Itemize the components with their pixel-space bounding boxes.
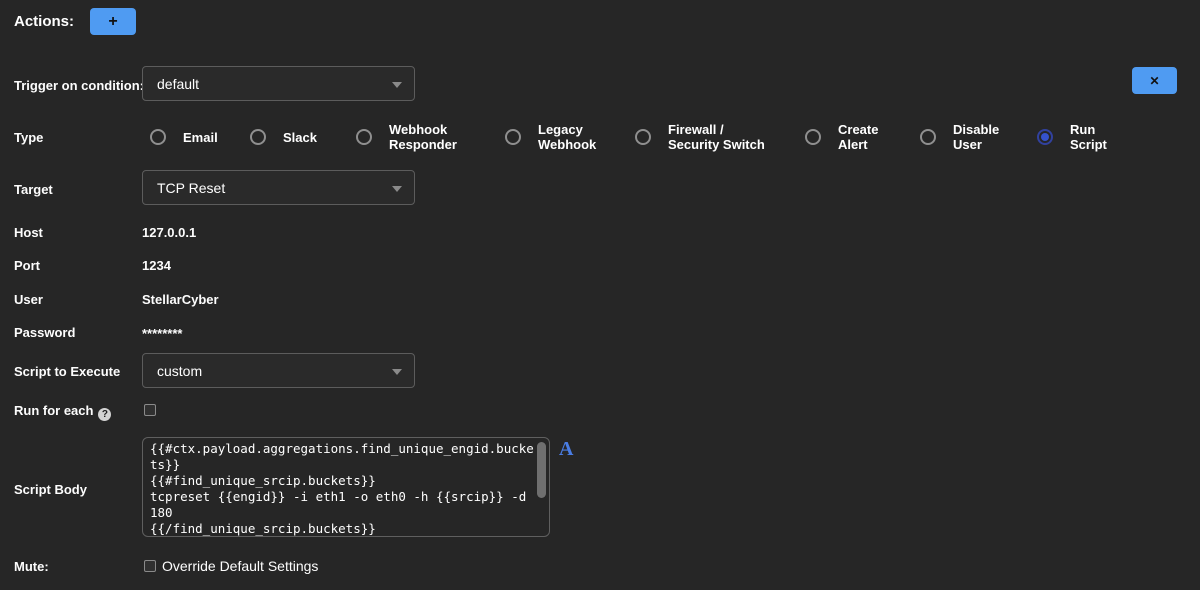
target-label: Target <box>14 182 53 197</box>
type-option-slack[interactable]: Slack <box>250 111 317 163</box>
help-icon[interactable]: ? <box>98 408 111 421</box>
type-option-label: Email <box>183 130 218 145</box>
remove-action-button[interactable]: ✕ <box>1132 67 1177 94</box>
type-option-webhook-responder[interactable]: Webhook Responder <box>356 111 463 163</box>
target-select[interactable]: TCP Reset <box>142 170 415 205</box>
chevron-down-icon <box>392 369 402 375</box>
type-option-label: Firewall / Security Switch <box>668 122 770 152</box>
actions-header: Actions: + <box>14 8 136 35</box>
mute-label: Mute: <box>14 559 49 574</box>
user-value: StellarCyber <box>142 292 219 307</box>
script-to-execute-select[interactable]: custom <box>142 353 415 388</box>
radio-icon <box>635 129 651 145</box>
trigger-condition-value: default <box>157 76 199 92</box>
type-radio-group: Email Slack Webhook Responder Legacy Web… <box>0 111 1200 163</box>
port-value: 1234 <box>142 258 171 273</box>
font-format-icon[interactable]: A <box>559 438 573 461</box>
target-value: TCP Reset <box>157 180 225 196</box>
type-option-firewall-security-switch[interactable]: Firewall / Security Switch <box>635 111 770 163</box>
type-option-run-script[interactable]: Run Script <box>1037 111 1116 163</box>
scrollbar-thumb[interactable] <box>537 442 546 498</box>
host-label: Host <box>14 225 43 240</box>
type-option-create-alert[interactable]: Create Alert <box>805 111 888 163</box>
radio-icon <box>150 129 166 145</box>
run-for-each-label: Run for each? <box>14 403 111 421</box>
type-option-disable-user[interactable]: Disable User <box>920 111 1007 163</box>
mute-override-checkbox[interactable] <box>144 560 156 572</box>
password-label: Password <box>14 325 75 340</box>
run-for-each-label-text: Run for each <box>14 403 93 418</box>
script-to-execute-value: custom <box>157 363 202 379</box>
type-option-label: Run Script <box>1070 122 1116 152</box>
chevron-down-icon <box>392 82 402 88</box>
script-to-execute-label: Script to Execute <box>14 364 120 379</box>
actions-label: Actions: <box>14 13 74 30</box>
mute-override-label: Override Default Settings <box>162 558 318 574</box>
type-option-legacy-webhook[interactable]: Legacy Webhook <box>505 111 602 163</box>
script-body-label: Script Body <box>14 482 87 497</box>
radio-icon <box>805 129 821 145</box>
type-option-label: Disable User <box>953 122 1007 152</box>
radio-icon <box>920 129 936 145</box>
type-option-label: Create Alert <box>838 122 888 152</box>
radio-icon <box>250 129 266 145</box>
chevron-down-icon <box>392 186 402 192</box>
host-value: 127.0.0.1 <box>142 225 196 240</box>
script-body-textarea[interactable]: {{#ctx.payload.aggregations.find_unique_… <box>142 437 550 537</box>
trigger-condition-select[interactable]: default <box>142 66 415 101</box>
script-body-text: {{#ctx.payload.aggregations.find_unique_… <box>150 441 536 537</box>
type-option-label: Webhook Responder <box>389 122 463 152</box>
password-masked-value: ******** <box>142 326 182 341</box>
type-option-label: Legacy Webhook <box>538 122 602 152</box>
port-label: Port <box>14 258 40 273</box>
radio-selected-icon <box>1037 129 1053 145</box>
trigger-condition-label: Trigger on condition: <box>14 78 144 93</box>
type-option-label: Slack <box>283 130 317 145</box>
user-label: User <box>14 292 43 307</box>
radio-icon <box>356 129 372 145</box>
type-option-email[interactable]: Email <box>150 111 218 163</box>
add-action-button[interactable]: + <box>90 8 136 35</box>
radio-icon <box>505 129 521 145</box>
run-for-each-checkbox[interactable] <box>144 404 156 416</box>
